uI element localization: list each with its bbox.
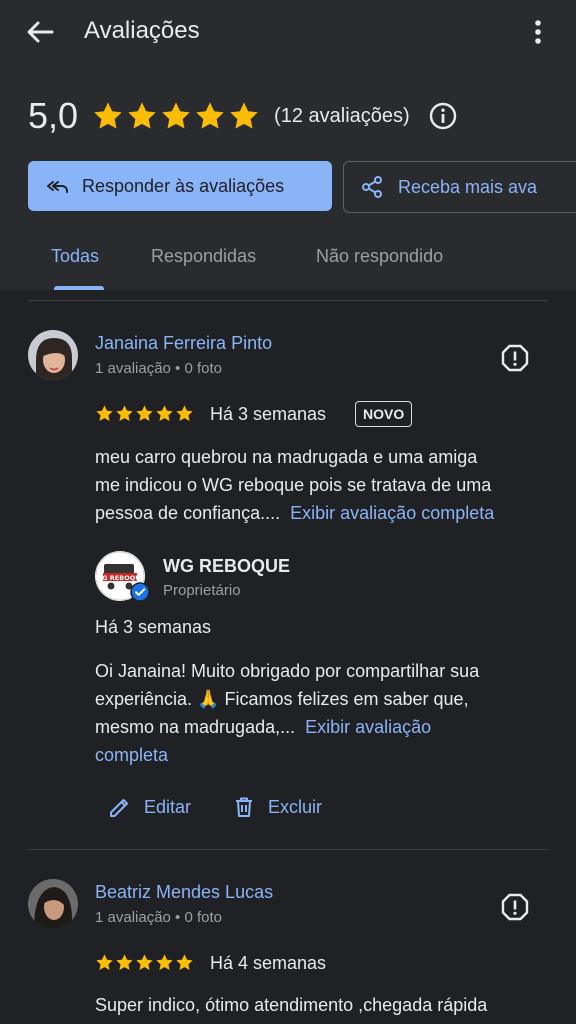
trash-icon xyxy=(236,797,252,817)
active-tab-indicator xyxy=(54,286,104,290)
star-icon xyxy=(126,100,158,132)
review-text: Super indico, ótimo atendimento ,chegada… xyxy=(95,995,488,1015)
edit-reply-button[interactable]: Editar xyxy=(108,795,191,819)
delete-reply-button[interactable]: Excluir xyxy=(232,795,322,819)
star-icon xyxy=(95,953,114,972)
owner-role: Proprietário xyxy=(163,582,241,599)
verified-badge-icon xyxy=(130,582,150,602)
star-icon xyxy=(115,404,134,423)
reply-reviews-label: Responder às avaliações xyxy=(82,175,285,196)
review-text-line: me indicou o WG reboque pois se tratava … xyxy=(95,475,492,495)
avatar[interactable] xyxy=(28,330,78,380)
reply-all-icon xyxy=(47,181,68,193)
expand-review-link[interactable]: Exibir avaliação completa xyxy=(290,503,494,523)
pencil-icon xyxy=(110,799,128,817)
svg-text:WG REBOQUE: WG REBOQUE xyxy=(95,574,145,582)
avatar[interactable] xyxy=(28,879,78,929)
star-icon xyxy=(92,100,124,132)
divider xyxy=(28,300,548,301)
star-icon xyxy=(155,953,174,972)
reply-text-line: Oi Janaina! Muito obrigado por compartil… xyxy=(95,661,480,681)
expand-reply-link-cont[interactable]: completa xyxy=(95,741,555,769)
review-time: Há 4 semanas xyxy=(210,953,327,973)
tab-unanswered[interactable]: Não respondido xyxy=(316,246,443,267)
divider xyxy=(28,849,548,850)
get-more-reviews-label: Receba mais ava xyxy=(398,176,538,197)
edit-label: Editar xyxy=(144,796,192,817)
reply-time: Há 3 semanas xyxy=(95,617,212,637)
review-text-line: meu carro quebrou na madrugada e uma ami… xyxy=(95,447,478,467)
report-icon[interactable] xyxy=(500,343,530,373)
star-icon xyxy=(194,100,226,132)
reviewer-name[interactable]: Beatriz Mendes Lucas xyxy=(95,882,273,903)
review-text-line: pessoa de confiança.... Exibir avaliação… xyxy=(95,499,555,527)
reviewer-name[interactable]: Janaina Ferreira Pinto xyxy=(95,333,272,354)
tab-all[interactable]: Todas xyxy=(51,246,99,267)
get-more-reviews-button[interactable]: Receba mais ava xyxy=(343,161,576,213)
owner-name: WG REBOQUE xyxy=(163,556,291,576)
reviewer-meta: 1 avaliação • 0 foto xyxy=(95,909,223,926)
expand-reply-link[interactable]: Exibir avaliação xyxy=(305,717,431,737)
review-time: Há 3 semanas xyxy=(210,404,327,424)
star-icon xyxy=(228,100,260,132)
review-stars xyxy=(95,404,194,423)
star-icon xyxy=(155,404,174,423)
top-app-bar: Avaliações xyxy=(0,0,576,64)
reply-text-line: mesmo na madrugada,... Exibir avaliação xyxy=(95,713,555,741)
star-icon xyxy=(160,100,192,132)
rating-stars xyxy=(92,100,260,132)
page-title: Avaliações xyxy=(84,17,200,44)
star-icon xyxy=(135,404,154,423)
review-stars xyxy=(95,953,194,972)
info-icon[interactable] xyxy=(428,101,458,131)
tab-bar: Todas Respondidas Não respondido xyxy=(0,232,576,290)
star-icon xyxy=(95,404,114,423)
reply-reviews-button[interactable]: Responder às avaliações xyxy=(28,161,332,211)
new-badge: NOVO xyxy=(355,401,413,427)
review-text: meu carro quebrou na madrugada e uma ami… xyxy=(95,443,555,527)
back-arrow-icon[interactable] xyxy=(22,16,58,48)
more-options-icon[interactable] xyxy=(524,14,552,50)
tab-answered[interactable]: Respondidas xyxy=(151,246,256,267)
rating-value: 5,0 xyxy=(28,95,79,136)
star-icon xyxy=(175,404,194,423)
rating-summary: 5,0 (12 avaliações) xyxy=(28,94,458,138)
reply-text: Oi Janaina! Muito obrigado por compartil… xyxy=(95,657,555,769)
delete-label: Excluir xyxy=(268,796,323,817)
star-icon xyxy=(175,953,194,972)
reply-text-fragment: mesmo na madrugada,... xyxy=(95,717,296,737)
report-icon[interactable] xyxy=(500,892,530,922)
review-count: (12 avaliações) xyxy=(274,104,410,127)
share-icon xyxy=(362,176,382,198)
reply-text-line: experiência. 🙏 Ficamos felizes em saber … xyxy=(95,689,469,709)
star-icon xyxy=(115,953,134,972)
reviewer-meta: 1 avaliação • 0 foto xyxy=(95,360,223,377)
review-text-fragment: pessoa de confiança.... xyxy=(95,503,281,523)
star-icon xyxy=(135,953,154,972)
header: Avaliações 5,0 (12 avaliações) Responder… xyxy=(0,0,576,290)
